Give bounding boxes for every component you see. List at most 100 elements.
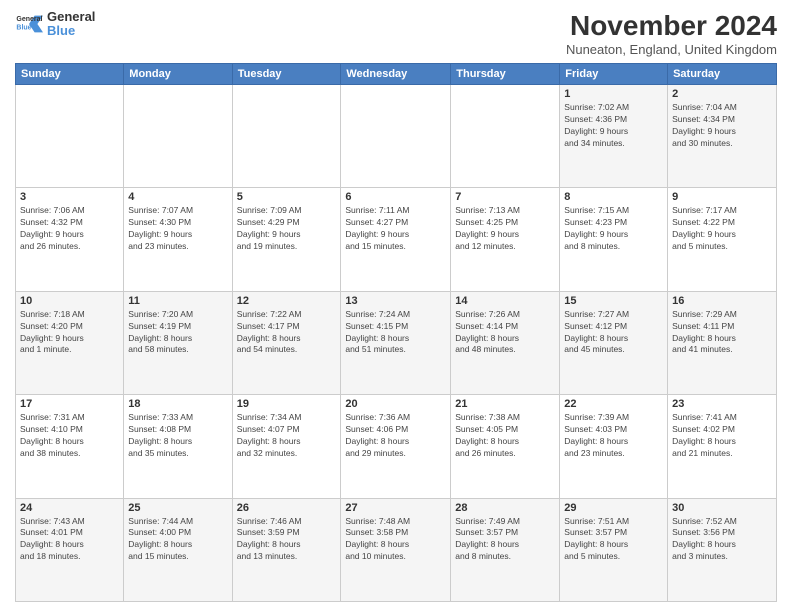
week-row-4: 17 Sunrise: 7:31 AM Sunset: 4:10 PM Dayli…: [16, 395, 777, 498]
calendar-cell: 14Sunrise: 7:26 AM Sunset: 4:14 PM Dayli…: [451, 291, 560, 394]
day-number: 5: [237, 191, 337, 203]
day-number: 12: [237, 295, 337, 307]
day-number: 19: [237, 398, 337, 410]
day-number: 29: [564, 502, 663, 514]
calendar-cell: 17 Sunrise: 7:31 AM Sunset: 4:10 PM Dayli…: [16, 395, 124, 498]
day-info: Sunrise: 7:48 AM Sunset: 3:58 PM Dayligh…: [345, 516, 446, 564]
calendar-cell: 12 Sunrise: 7:22 AM Sunset: 4:17 PM Dayli…: [232, 291, 341, 394]
day-info: Sunrise: 7:43 AM Sunset: 4:01 PM Dayligh…: [20, 516, 119, 564]
day-info: Sunrise: 7:31 AM Sunset: 4:10 PM Dayligh…: [20, 412, 119, 460]
day-info: Sunrise: 7:29 AM Sunset: 4:11 PM Dayligh…: [672, 309, 772, 357]
day-number: 7: [455, 191, 555, 203]
calendar-cell: 6 Sunrise: 7:11 AM Sunset: 4:27 PM Daylig…: [341, 188, 451, 291]
calendar-cell: [16, 85, 124, 188]
day-info: Sunrise: 7:52 AM Sunset: 3:56 PM Dayligh…: [672, 516, 772, 564]
calendar-cell: 13 Sunrise: 7:24 AM Sunset: 4:15 PM Dayli…: [341, 291, 451, 394]
weekday-header-sunday: Sunday: [16, 64, 124, 85]
weekday-header-wednesday: Wednesday: [341, 64, 451, 85]
day-number: 9: [672, 191, 772, 203]
day-number: 17: [20, 398, 119, 410]
day-info: Sunrise: 7:07 AM Sunset: 4:30 PM Dayligh…: [128, 205, 227, 253]
day-number: 3: [20, 191, 119, 203]
day-number: 25: [128, 502, 227, 514]
calendar-cell: 8 Sunrise: 7:15 AM Sunset: 4:23 PM Daylig…: [560, 188, 668, 291]
day-info: Sunrise: 7:36 AM Sunset: 4:06 PM Dayligh…: [345, 412, 446, 460]
calendar-cell: 4 Sunrise: 7:07 AM Sunset: 4:30 PM Daylig…: [124, 188, 232, 291]
week-row-3: 10 Sunrise: 7:18 AM Sunset: 4:20 PM Dayli…: [16, 291, 777, 394]
day-info: Sunrise: 7:24 AM Sunset: 4:15 PM Dayligh…: [345, 309, 446, 357]
day-number: 1: [564, 88, 663, 100]
calendar-cell: 10 Sunrise: 7:18 AM Sunset: 4:20 PM Dayli…: [16, 291, 124, 394]
weekday-header-tuesday: Tuesday: [232, 64, 341, 85]
day-number: 24: [20, 502, 119, 514]
calendar-cell: 29Sunrise: 7:51 AM Sunset: 3:57 PM Dayli…: [560, 498, 668, 601]
day-info: Sunrise: 7:15 AM Sunset: 4:23 PM Dayligh…: [564, 205, 663, 253]
calendar-cell: 20Sunrise: 7:36 AM Sunset: 4:06 PM Dayli…: [341, 395, 451, 498]
day-info: Sunrise: 7:11 AM Sunset: 4:27 PM Dayligh…: [345, 205, 446, 253]
day-info: Sunrise: 7:04 AM Sunset: 4:34 PM Dayligh…: [672, 102, 772, 150]
day-info: Sunrise: 7:06 AM Sunset: 4:32 PM Dayligh…: [20, 205, 119, 253]
day-number: 4: [128, 191, 227, 203]
week-row-5: 24 Sunrise: 7:43 AM Sunset: 4:01 PM Dayli…: [16, 498, 777, 601]
calendar-cell: 18 Sunrise: 7:33 AM Sunset: 4:08 PM Dayli…: [124, 395, 232, 498]
day-info: Sunrise: 7:27 AM Sunset: 4:12 PM Dayligh…: [564, 309, 663, 357]
day-number: 18: [128, 398, 227, 410]
calendar-cell: 30 Sunrise: 7:52 AM Sunset: 3:56 PM Dayli…: [668, 498, 777, 601]
day-info: Sunrise: 7:13 AM Sunset: 4:25 PM Dayligh…: [455, 205, 555, 253]
day-number: 10: [20, 295, 119, 307]
weekday-header-row: SundayMondayTuesdayWednesdayThursdayFrid…: [16, 64, 777, 85]
weekday-header-saturday: Saturday: [668, 64, 777, 85]
calendar-cell: 15Sunrise: 7:27 AM Sunset: 4:12 PM Dayli…: [560, 291, 668, 394]
calendar-cell: 9 Sunrise: 7:17 AM Sunset: 4:22 PM Daylig…: [668, 188, 777, 291]
day-info: Sunrise: 7:33 AM Sunset: 4:08 PM Dayligh…: [128, 412, 227, 460]
page: General Blue General Blue November 2024 …: [0, 0, 792, 612]
calendar-cell: 27 Sunrise: 7:48 AM Sunset: 3:58 PM Dayli…: [341, 498, 451, 601]
day-number: 8: [564, 191, 663, 203]
week-row-2: 3 Sunrise: 7:06 AM Sunset: 4:32 PM Daylig…: [16, 188, 777, 291]
day-number: 27: [345, 502, 446, 514]
day-number: 23: [672, 398, 772, 410]
day-info: Sunrise: 7:18 AM Sunset: 4:20 PM Dayligh…: [20, 309, 119, 357]
weekday-header-thursday: Thursday: [451, 64, 560, 85]
calendar-cell: 7 Sunrise: 7:13 AM Sunset: 4:25 PM Daylig…: [451, 188, 560, 291]
day-info: Sunrise: 7:39 AM Sunset: 4:03 PM Dayligh…: [564, 412, 663, 460]
day-number: 22: [564, 398, 663, 410]
calendar-cell: 3 Sunrise: 7:06 AM Sunset: 4:32 PM Daylig…: [16, 188, 124, 291]
week-row-1: 1 Sunrise: 7:02 AM Sunset: 4:36 PM Daylig…: [16, 85, 777, 188]
calendar-table: SundayMondayTuesdayWednesdayThursdayFrid…: [15, 63, 777, 602]
calendar-cell: 21Sunrise: 7:38 AM Sunset: 4:05 PM Dayli…: [451, 395, 560, 498]
calendar-cell: 16Sunrise: 7:29 AM Sunset: 4:11 PM Dayli…: [668, 291, 777, 394]
day-number: 26: [237, 502, 337, 514]
day-info: Sunrise: 7:34 AM Sunset: 4:07 PM Dayligh…: [237, 412, 337, 460]
day-number: 13: [345, 295, 446, 307]
title-block: November 2024 Nuneaton, England, United …: [566, 10, 777, 57]
day-info: Sunrise: 7:02 AM Sunset: 4:36 PM Dayligh…: [564, 102, 663, 150]
day-number: 2: [672, 88, 772, 100]
calendar-cell: 22 Sunrise: 7:39 AM Sunset: 4:03 PM Dayli…: [560, 395, 668, 498]
day-info: Sunrise: 7:49 AM Sunset: 3:57 PM Dayligh…: [455, 516, 555, 564]
day-number: 30: [672, 502, 772, 514]
day-info: Sunrise: 7:20 AM Sunset: 4:19 PM Dayligh…: [128, 309, 227, 357]
day-number: 14: [455, 295, 555, 307]
svg-text:Blue: Blue: [16, 25, 31, 32]
calendar-cell: 19 Sunrise: 7:34 AM Sunset: 4:07 PM Dayli…: [232, 395, 341, 498]
calendar-cell: 5 Sunrise: 7:09 AM Sunset: 4:29 PM Daylig…: [232, 188, 341, 291]
weekday-header-monday: Monday: [124, 64, 232, 85]
location-subtitle: Nuneaton, England, United Kingdom: [566, 42, 777, 57]
day-info: Sunrise: 7:44 AM Sunset: 4:00 PM Dayligh…: [128, 516, 227, 564]
logo-icon: General Blue: [15, 10, 43, 38]
day-info: Sunrise: 7:22 AM Sunset: 4:17 PM Dayligh…: [237, 309, 337, 357]
weekday-header-friday: Friday: [560, 64, 668, 85]
calendar-cell: [124, 85, 232, 188]
month-year-title: November 2024: [566, 10, 777, 42]
calendar-cell: 2 Sunrise: 7:04 AM Sunset: 4:34 PM Daylig…: [668, 85, 777, 188]
day-number: 6: [345, 191, 446, 203]
calendar-cell: 11Sunrise: 7:20 AM Sunset: 4:19 PM Dayli…: [124, 291, 232, 394]
day-info: Sunrise: 7:46 AM Sunset: 3:59 PM Dayligh…: [237, 516, 337, 564]
logo-blue-text: Blue: [47, 24, 95, 38]
day-info: Sunrise: 7:17 AM Sunset: 4:22 PM Dayligh…: [672, 205, 772, 253]
calendar-cell: 25 Sunrise: 7:44 AM Sunset: 4:00 PM Dayli…: [124, 498, 232, 601]
calendar-cell: [232, 85, 341, 188]
svg-text:General: General: [16, 16, 42, 23]
day-info: Sunrise: 7:09 AM Sunset: 4:29 PM Dayligh…: [237, 205, 337, 253]
